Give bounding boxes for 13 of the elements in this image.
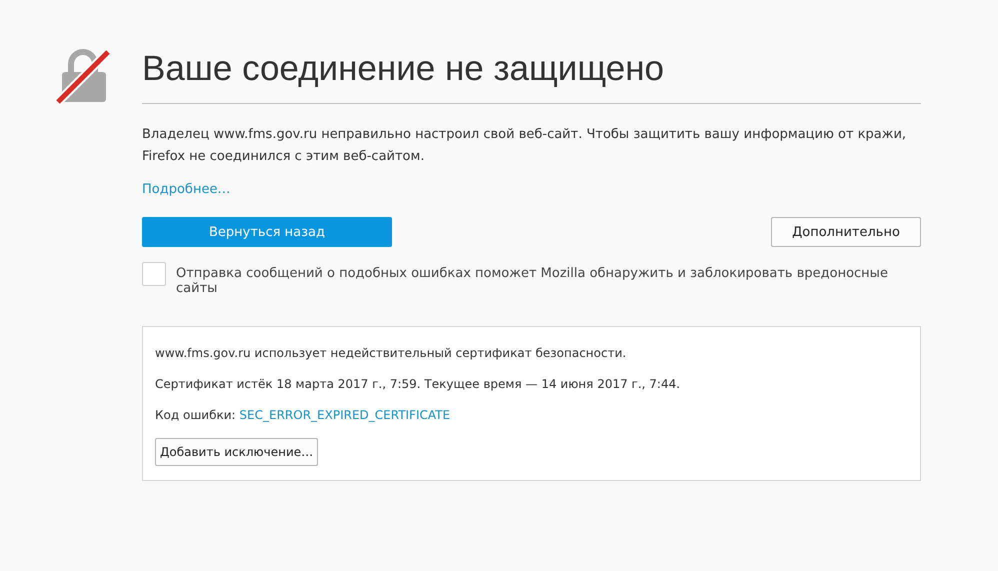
broken-lock-icon <box>54 48 112 104</box>
error-code-link[interactable]: SEC_ERROR_EXPIRED_CERTIFICATE <box>239 408 450 422</box>
certificate-message: www.fms.gov.ru использует недействительный сертификат безопасности. <box>155 345 628 362</box>
report-label: Отправка сообщений о подобных ошибках поможет Mozilla обнаружить и заблокировать вредоносные сайты <box>176 265 889 296</box>
page-title: Ваше соединение не защищено <box>142 49 921 104</box>
description-text: Владелец www.fms.gov.ru неправильно настроил свой веб-сайт. Чтобы защитить вашу информацию от кражи, Firefox не соединился с этим веб-сайтом. <box>142 126 908 166</box>
go-back-button[interactable]: Вернуться назад <box>142 217 392 247</box>
add-exception-button[interactable]: Добавить исключение… <box>155 438 318 466</box>
advanced-button[interactable]: Дополнительно <box>771 217 921 247</box>
learn-more-link[interactable]: Подробнее… <box>142 182 921 197</box>
error-code-line: Код ошибки: SEC_ERROR_EXPIRED_CERTIFICATE <box>155 407 452 424</box>
expiry-details: Сертификат истёк 18 марта 2017 г., 7:59. Текущее время — 14 июня 2017 г., 7:44. <box>155 376 682 393</box>
report-checkbox[interactable] <box>142 262 166 286</box>
